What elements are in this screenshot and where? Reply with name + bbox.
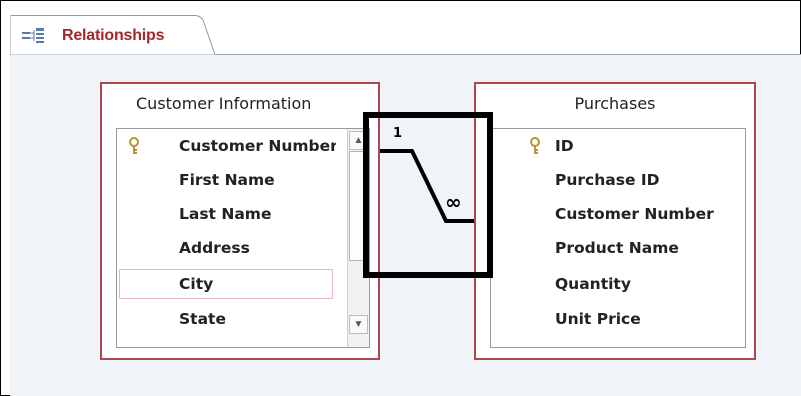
highlight-box [363,112,493,278]
